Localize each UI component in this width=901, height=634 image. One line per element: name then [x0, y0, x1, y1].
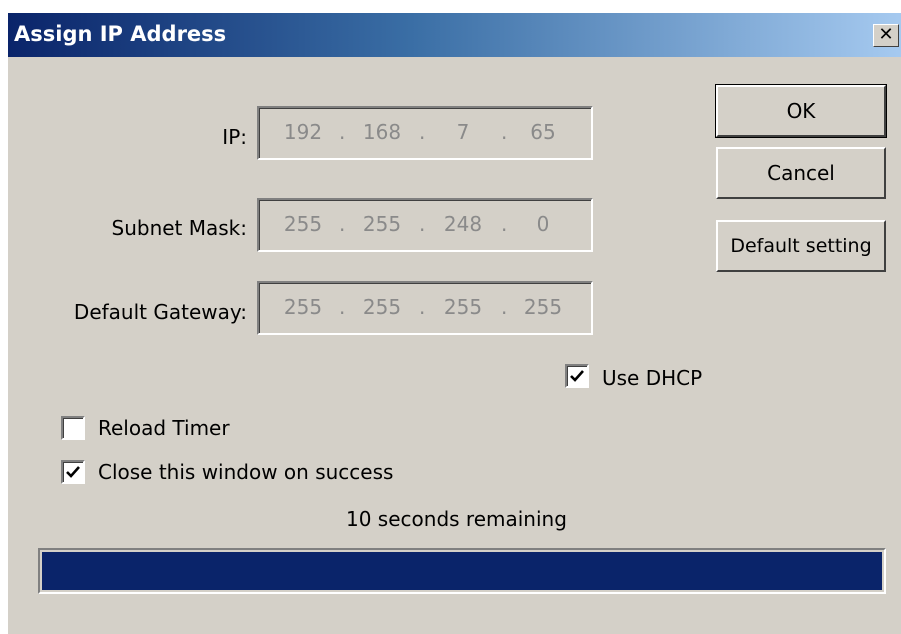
gateway-separator: .	[501, 295, 508, 319]
reload-timer-checkbox[interactable]	[61, 416, 85, 440]
gateway-octet-1[interactable]: 255	[275, 295, 331, 319]
use-dhcp-checkbox[interactable]	[565, 364, 589, 388]
subnet-mask-label: Subnet Mask:	[111, 216, 248, 240]
subnet-separator: .	[501, 212, 508, 236]
ip-separator: .	[339, 120, 346, 144]
subnet-mask-field[interactable]: 255 . 255 . 248 . 0	[257, 198, 593, 252]
subnet-octet-2[interactable]: 255	[354, 212, 410, 236]
close-icon: ✕	[878, 24, 894, 45]
ip-separator: .	[419, 120, 426, 144]
subnet-octet-1[interactable]: 255	[275, 212, 331, 236]
gateway-separator: .	[419, 295, 426, 319]
subnet-separator: .	[339, 212, 346, 236]
assign-ip-dialog: Assign IP Address ✕ IP: 192 . 168 . 7 . …	[6, 12, 901, 634]
ok-button[interactable]: OK	[715, 84, 887, 138]
default-setting-button[interactable]: Default setting	[716, 220, 886, 272]
title-bar[interactable]: Assign IP Address ✕	[8, 13, 901, 57]
progress-fill	[42, 552, 882, 590]
ip-separator: .	[501, 120, 508, 144]
reload-timer-label: Reload Timer	[98, 416, 230, 440]
countdown-progress-bar	[38, 548, 886, 594]
close-on-success-label: Close this window on success	[98, 460, 394, 484]
gateway-separator: .	[339, 295, 346, 319]
ip-address-field[interactable]: 192 . 168 . 7 . 65	[257, 106, 593, 160]
checkmark-icon	[66, 466, 80, 478]
ip-octet-4[interactable]: 65	[515, 120, 571, 144]
ip-octet-3[interactable]: 7	[435, 120, 491, 144]
close-button[interactable]: ✕	[873, 24, 899, 47]
window-title: Assign IP Address	[14, 22, 227, 46]
subnet-octet-3[interactable]: 248	[435, 212, 491, 236]
gateway-octet-4[interactable]: 255	[515, 295, 571, 319]
default-gateway-field[interactable]: 255 . 255 . 255 . 255	[257, 281, 593, 335]
ip-label: IP:	[222, 125, 247, 149]
default-gateway-label: Default Gateway:	[73, 300, 247, 324]
use-dhcp-label: Use DHCP	[602, 366, 703, 390]
cancel-button[interactable]: Cancel	[716, 147, 886, 199]
gateway-octet-2[interactable]: 255	[354, 295, 410, 319]
subnet-octet-4[interactable]: 0	[515, 212, 571, 236]
ip-octet-2[interactable]: 168	[354, 120, 410, 144]
countdown-text: 10 seconds remaining	[346, 507, 567, 531]
ip-octet-1[interactable]: 192	[275, 120, 331, 144]
close-on-success-checkbox[interactable]	[61, 460, 85, 484]
subnet-separator: .	[419, 212, 426, 236]
checkmark-icon	[570, 370, 584, 382]
gateway-octet-3[interactable]: 255	[435, 295, 491, 319]
